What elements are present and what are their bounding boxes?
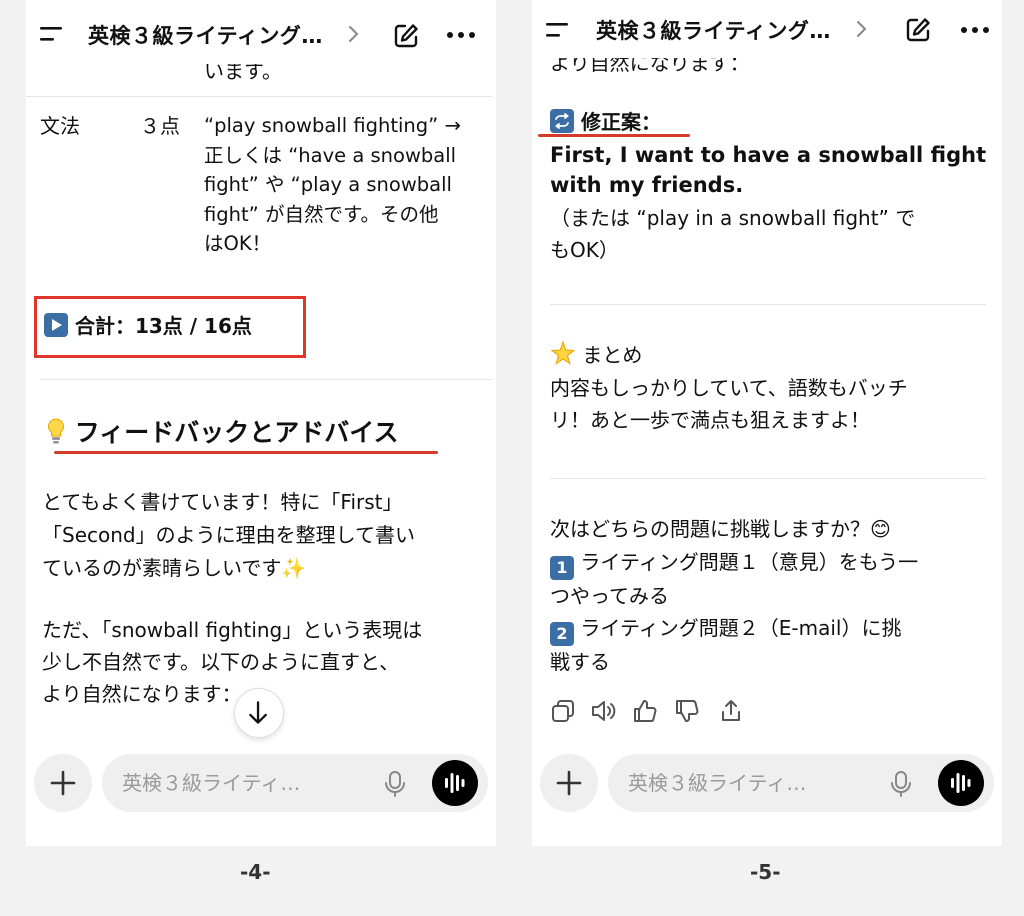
top-bar: 英検３級ライティング… (26, 0, 496, 64)
play-button-icon (44, 313, 68, 337)
more-icon[interactable] (960, 25, 990, 35)
edit-icon[interactable] (392, 22, 420, 50)
lightbulb-icon (48, 418, 64, 444)
total-score: 合計：13点 / 16点 (44, 311, 252, 341)
chat-screen-right: 英検３級ライティング… より自然になります： 修正案： First, I wan… (532, 0, 1002, 846)
composer-bar (26, 752, 496, 816)
add-attachment-button[interactable] (540, 754, 598, 812)
voice-mode-button[interactable] (432, 760, 478, 806)
message-input-pill (102, 754, 488, 812)
more-icon[interactable] (446, 30, 476, 40)
keycap-1-icon: 1 (550, 556, 574, 580)
glowing-star-icon (550, 340, 576, 365)
option-1: 1 ライティング問題１（意見）をもう一 つやってみる (550, 550, 919, 608)
section-divider (550, 478, 986, 479)
heading-underline (54, 451, 438, 454)
scroll-down-button[interactable] (234, 688, 284, 738)
voice-mode-icon (951, 773, 971, 793)
grammar-label: 文法 (40, 114, 80, 138)
heading-underline (538, 134, 690, 137)
edit-icon[interactable] (904, 16, 932, 44)
section-divider (550, 304, 986, 305)
corrected-sentence: First, I want to have a snowball fight w… (550, 143, 987, 197)
thumbs-up-icon[interactable] (632, 698, 658, 724)
plus-icon (556, 770, 582, 796)
chevron-right-icon[interactable] (346, 24, 360, 44)
next-question: 次はどちらの問題に挑戦しますか？😊 (550, 517, 891, 541)
chevron-right-icon[interactable] (854, 19, 868, 39)
thumbs-down-icon[interactable] (674, 698, 700, 724)
mic-icon[interactable] (384, 770, 406, 798)
message-content: より自然になります： 修正案： First, I want to have a … (532, 0, 1002, 740)
message-input-pill (608, 754, 994, 812)
repeat-icon (550, 109, 574, 133)
arrow-down-icon (249, 701, 267, 724)
table-divider (26, 96, 492, 97)
plus-icon (50, 770, 76, 796)
read-aloud-icon[interactable] (590, 698, 618, 724)
summary-text: 内容もしっかりしていて、語数もバッチ リ！あと一歩で満点も狙えますよ！ (550, 376, 908, 432)
grammar-score: ３点 (140, 114, 180, 138)
composer-bar (532, 752, 1002, 816)
chat-title[interactable]: 英検３級ライティング… (596, 15, 856, 45)
grammar-comment: “play snowball fighting” → 正しくは “have a … (204, 114, 461, 255)
message-content: います。 文法 ３点 “play snowball fighting” → 正し… (26, 0, 496, 740)
feedback-paragraph-2: ただ、「snowball fighting」という表現は 少し不自然です。以下の… (42, 618, 423, 706)
voice-mode-button[interactable] (938, 760, 984, 806)
correction-heading: 修正案： (550, 107, 661, 137)
feedback-paragraph-1: とてもよく書けています！特に「First」 「Second」のように理由を整理し… (42, 490, 416, 580)
top-bar: 英検３級ライティング… (532, 0, 1002, 58)
add-attachment-button[interactable] (34, 754, 92, 812)
feedback-heading: フィードバックとアドバイス (46, 416, 398, 450)
mic-icon[interactable] (890, 770, 912, 798)
copy-icon[interactable] (550, 698, 576, 724)
page-number-left: -4- (240, 860, 271, 884)
menu-icon[interactable] (38, 22, 68, 46)
menu-icon[interactable] (544, 18, 574, 42)
page-number-right: -5- (750, 860, 781, 884)
voice-mode-icon (445, 773, 465, 793)
summary-heading: まとめ (550, 340, 642, 370)
message-input[interactable] (628, 768, 878, 798)
share-icon[interactable] (718, 698, 744, 724)
message-input[interactable] (122, 768, 372, 798)
correction-note: （または “play in a snowball fight” で もOK） (550, 206, 916, 262)
section-divider (40, 379, 492, 380)
chat-title[interactable]: 英検３級ライティング… (88, 20, 348, 50)
option-2: 2 ライティング問題２（E-mail）に挑 戦する (550, 616, 902, 674)
chat-screen-left: 英検３級ライティング… います。 文法 ３点 “play snowball fi… (26, 0, 496, 846)
keycap-2-icon: 2 (550, 622, 574, 646)
